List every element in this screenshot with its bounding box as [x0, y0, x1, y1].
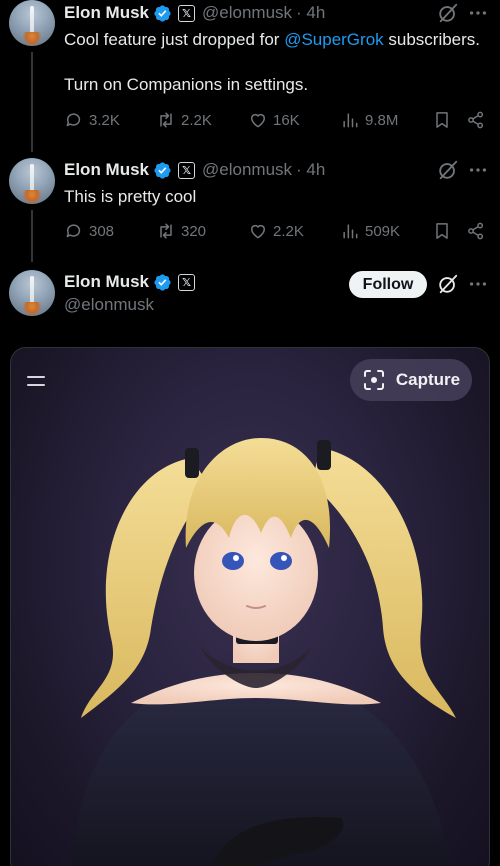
tweet-3-header: Elon Musk 𝕏 — [64, 270, 196, 294]
views-icon — [343, 224, 358, 239]
grok-icon[interactable] — [437, 2, 459, 24]
verified-badge-icon — [154, 161, 171, 179]
tweet-time[interactable]: · 4h — [296, 3, 325, 23]
x-affiliate-icon: 𝕏 — [178, 4, 196, 22]
repost-count: 2.2K — [181, 111, 212, 129]
tweet-2-header: Elon Musk 𝕏 @elonmusk · 4h — [64, 158, 325, 182]
views-count: 509K — [365, 222, 401, 240]
grok-icon[interactable] — [437, 273, 459, 295]
tweet-2-text: This is pretty cool — [64, 187, 197, 206]
repost-button[interactable]: 320 — [156, 221, 206, 241]
share-button[interactable] — [466, 110, 486, 130]
author-handle[interactable]: @elonmusk — [202, 160, 292, 180]
more-icon[interactable] — [467, 273, 489, 295]
avatar[interactable] — [9, 0, 55, 46]
tweet-text: Cool feature just dropped for — [64, 30, 285, 49]
more-icon[interactable] — [467, 2, 489, 24]
tweet-1-actions: 3.2K 2.2K 16K 9.8M — [64, 110, 488, 134]
reply-button[interactable]: 308 — [64, 221, 114, 241]
author-name[interactable]: Elon Musk — [64, 272, 149, 292]
reply-count: 308 — [89, 222, 115, 240]
thread-line — [31, 52, 33, 152]
tweet-1-text-line-2: Turn on Companions in settings. — [64, 75, 309, 94]
like-button[interactable]: 2.2K — [248, 221, 304, 241]
reply-count: 3.2K — [89, 111, 120, 129]
repost-icon — [160, 112, 172, 128]
x-affiliate-icon: 𝕏 — [178, 273, 196, 291]
thread-line — [31, 210, 33, 262]
more-icon[interactable] — [467, 159, 489, 181]
follow-button[interactable]: Follow — [349, 271, 427, 298]
avatar[interactable] — [9, 158, 55, 204]
author-handle[interactable]: @elonmusk — [64, 294, 154, 316]
repost-count: 320 — [181, 222, 207, 240]
media-image[interactable]: Capture — [10, 347, 490, 866]
companion-character-illustration — [71, 438, 456, 866]
views-button[interactable]: 9.8M — [340, 110, 398, 130]
bookmark-button[interactable] — [432, 221, 452, 241]
share-icon — [468, 111, 484, 129]
like-count: 16K — [273, 111, 300, 129]
tweet-2-actions: 308 320 2.2K 509K — [64, 221, 488, 245]
like-button[interactable]: 16K — [248, 110, 300, 130]
views-button[interactable]: 509K — [340, 221, 400, 241]
share-icon — [468, 222, 484, 240]
like-icon — [251, 224, 265, 239]
bookmark-icon — [436, 223, 448, 239]
author-name[interactable]: Elon Musk — [64, 160, 149, 180]
repost-button[interactable]: 2.2K — [156, 110, 212, 130]
bookmark-icon — [436, 112, 448, 128]
reply-icon — [66, 113, 81, 127]
reply-button[interactable]: 3.2K — [64, 110, 120, 130]
reply-icon — [66, 224, 81, 238]
verified-badge-icon — [154, 4, 171, 22]
tweet-1-text-line-1: Cool feature just dropped for @SuperGrok… — [64, 29, 480, 51]
verified-badge-icon — [154, 273, 171, 291]
views-count: 9.8M — [365, 111, 399, 129]
like-count: 2.2K — [273, 222, 304, 240]
grok-icon[interactable] — [437, 159, 459, 181]
mention-link[interactable]: @SuperGrok — [284, 30, 383, 49]
avatar[interactable] — [9, 270, 55, 316]
views-icon — [343, 113, 358, 128]
tweet-text: subscribers. — [383, 30, 481, 49]
x-affiliate-icon: 𝕏 — [178, 161, 196, 179]
tweet-1-header: Elon Musk 𝕏 @elonmusk · 4h — [64, 1, 325, 25]
tweet-time[interactable]: · 4h — [296, 160, 325, 180]
bookmark-button[interactable] — [432, 110, 452, 130]
author-name[interactable]: Elon Musk — [64, 3, 149, 23]
like-icon — [251, 113, 265, 128]
repost-icon — [160, 223, 172, 239]
share-button[interactable] — [466, 221, 486, 241]
author-handle[interactable]: @elonmusk — [202, 3, 292, 23]
